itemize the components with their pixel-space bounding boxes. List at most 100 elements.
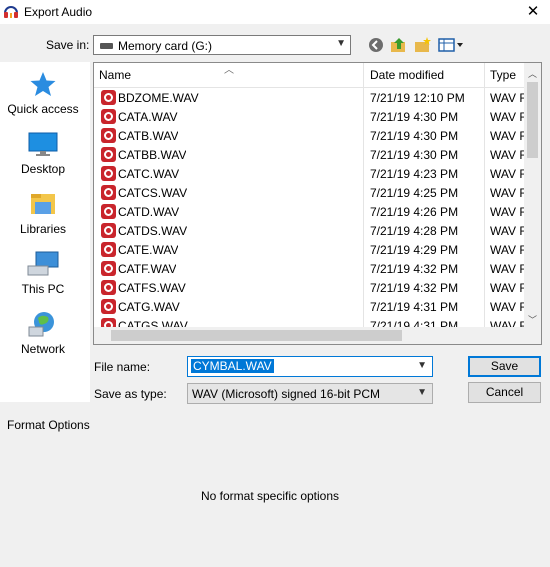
scroll-down-icon[interactable]: ﹀	[528, 313, 537, 326]
file-date-modified: 7/21/19 4:30 PM	[370, 129, 459, 143]
file-name: BDZOME.WAV	[118, 91, 199, 105]
audio-file-icon	[101, 242, 116, 257]
place-network[interactable]: Network	[0, 310, 86, 356]
file-type: WAV F	[490, 110, 524, 124]
network-icon	[28, 312, 54, 337]
scroll-up-icon[interactable]: ︿	[528, 67, 537, 80]
libraries-icon	[31, 194, 55, 214]
place-libraries[interactable]: Libraries	[0, 190, 86, 236]
file-type: WAV F	[490, 91, 524, 105]
new-folder-icon[interactable]	[414, 37, 432, 53]
file-name: CATF.WAV	[118, 262, 177, 276]
file-name: CATG.WAV	[118, 300, 180, 314]
file-row[interactable]: CATCS.WAV 7/21/19 4:25 PM WAV F	[94, 183, 524, 202]
column-name[interactable]: Name	[99, 68, 131, 82]
file-date-modified: 7/21/19 4:23 PM	[370, 167, 459, 181]
file-date-modified: 7/21/19 4:26 PM	[370, 205, 459, 219]
file-date-modified: 7/21/19 4:32 PM	[370, 281, 459, 295]
file-date-modified: 7/21/19 4:30 PM	[370, 148, 459, 162]
file-row[interactable]: CATF.WAV 7/21/19 4:32 PM WAV F	[94, 259, 524, 278]
file-name: CATE.WAV	[118, 243, 179, 257]
vertical-scrollbar[interactable]: ︿ ﹀	[524, 63, 541, 327]
format-options-panel: Format Options No format specific option…	[0, 415, 550, 567]
audacity-icon	[4, 6, 18, 18]
chevron-down-icon: ▼	[336, 38, 346, 49]
chevron-down-icon[interactable]: ▼	[417, 360, 427, 371]
place-label: This PC	[21, 282, 65, 296]
drive-icon	[100, 43, 113, 49]
file-row[interactable]: CATE.WAV 7/21/19 4:29 PM WAV F	[94, 240, 524, 259]
file-date-modified: 7/21/19 4:32 PM	[370, 262, 459, 276]
file-date-modified: 7/21/19 4:29 PM	[370, 243, 459, 257]
desktop-icon	[28, 132, 58, 156]
column-date-modified[interactable]: Date modified	[370, 68, 444, 82]
list-header: ︿ Name Date modified Type	[94, 63, 524, 88]
sort-ascending-icon: ︿	[224, 65, 234, 76]
place-label: Network	[20, 342, 65, 356]
audio-file-icon	[101, 280, 116, 295]
file-type: WAV F	[490, 186, 524, 200]
place-label: Quick access	[7, 102, 79, 116]
view-menu-icon[interactable]	[438, 37, 464, 53]
file-name: CATD.WAV	[118, 205, 180, 219]
file-name: CATBB.WAV	[118, 148, 187, 162]
file-row[interactable]: CATBB.WAV 7/21/19 4:30 PM WAV F	[94, 145, 524, 164]
place-this-pc[interactable]: This PC	[0, 250, 86, 296]
save-as-type-select[interactable]: WAV (Microsoft) signed 16-bit PCM ▼	[187, 383, 433, 404]
file-type: WAV F	[490, 224, 524, 238]
file-row[interactable]: CATFS.WAV 7/21/19 4:32 PM WAV F	[94, 278, 524, 297]
file-date-modified: 7/21/19 12:10 PM	[370, 91, 465, 105]
audio-file-icon	[101, 185, 116, 200]
file-name: CATB.WAV	[118, 129, 179, 143]
file-name: CATDS.WAV	[118, 224, 188, 238]
place-quick-access[interactable]: Quick access	[0, 70, 86, 116]
file-row[interactable]: CATG.WAV 7/21/19 4:31 PM WAV F	[94, 297, 524, 316]
horizontal-scrollbar[interactable]	[94, 327, 524, 344]
file-name: CATFS.WAV	[118, 281, 186, 295]
place-label: Libraries	[19, 222, 67, 236]
audio-file-icon	[101, 166, 116, 181]
scroll-thumb[interactable]	[111, 330, 402, 341]
file-row[interactable]: CATC.WAV 7/21/19 4:23 PM WAV F	[94, 164, 524, 183]
file-name: CATCS.WAV	[118, 186, 188, 200]
audio-file-icon	[101, 90, 116, 105]
file-row[interactable]: CATB.WAV 7/21/19 4:30 PM WAV F	[94, 126, 524, 145]
close-button[interactable]: ✕	[518, 0, 548, 24]
filename-input[interactable]: CYMBAL.WAV ▼	[187, 356, 433, 377]
file-row[interactable]: CATDS.WAV 7/21/19 4:28 PM WAV F	[94, 221, 524, 240]
filename-label: File name:	[94, 360, 151, 374]
title-bar: Export Audio ✕	[0, 0, 550, 24]
format-options-title: Format Options	[7, 418, 90, 432]
star-icon	[30, 72, 56, 96]
audio-file-icon	[101, 109, 116, 124]
file-date-modified: 7/21/19 4:25 PM	[370, 186, 459, 200]
file-date-modified: 7/21/19 4:30 PM	[370, 110, 459, 124]
filename-value[interactable]: CYMBAL.WAV	[191, 359, 274, 373]
places-bar: Quick access Desktop Libraries This PC N…	[0, 62, 90, 402]
scroll-thumb[interactable]	[527, 82, 538, 158]
audio-file-icon	[101, 128, 116, 143]
place-label: Desktop	[20, 162, 66, 176]
file-type: WAV F	[490, 129, 524, 143]
save-button[interactable]: Save	[468, 356, 541, 377]
place-desktop[interactable]: Desktop	[0, 130, 86, 176]
file-row[interactable]: BDZOME.WAV 7/21/19 12:10 PM WAV F	[94, 88, 524, 107]
file-type: WAV F	[490, 281, 524, 295]
save-as-type-value: WAV (Microsoft) signed 16-bit PCM	[192, 387, 381, 401]
audio-file-icon	[101, 147, 116, 162]
file-row[interactable]: CATA.WAV 7/21/19 4:30 PM WAV F	[94, 107, 524, 126]
cancel-button[interactable]: Cancel	[468, 382, 541, 403]
file-list[interactable]: ︿ Name Date modified Type BDZOME.WAV 7/21…	[93, 62, 542, 345]
audio-file-icon	[101, 261, 116, 276]
file-date-modified: 7/21/19 4:31 PM	[370, 300, 459, 314]
file-date-modified: 7/21/19 4:28 PM	[370, 224, 459, 238]
audio-file-icon	[101, 223, 116, 238]
save-in-dropdown[interactable]: Memory card (G:) ▼	[93, 35, 351, 55]
file-type: WAV F	[490, 300, 524, 314]
column-type[interactable]: Type	[490, 68, 516, 82]
back-icon[interactable]	[367, 37, 385, 53]
up-folder-icon[interactable]	[390, 37, 408, 53]
window-title: Export Audio	[24, 5, 93, 19]
file-type: WAV F	[490, 262, 524, 276]
file-row[interactable]: CATD.WAV 7/21/19 4:26 PM WAV F	[94, 202, 524, 221]
